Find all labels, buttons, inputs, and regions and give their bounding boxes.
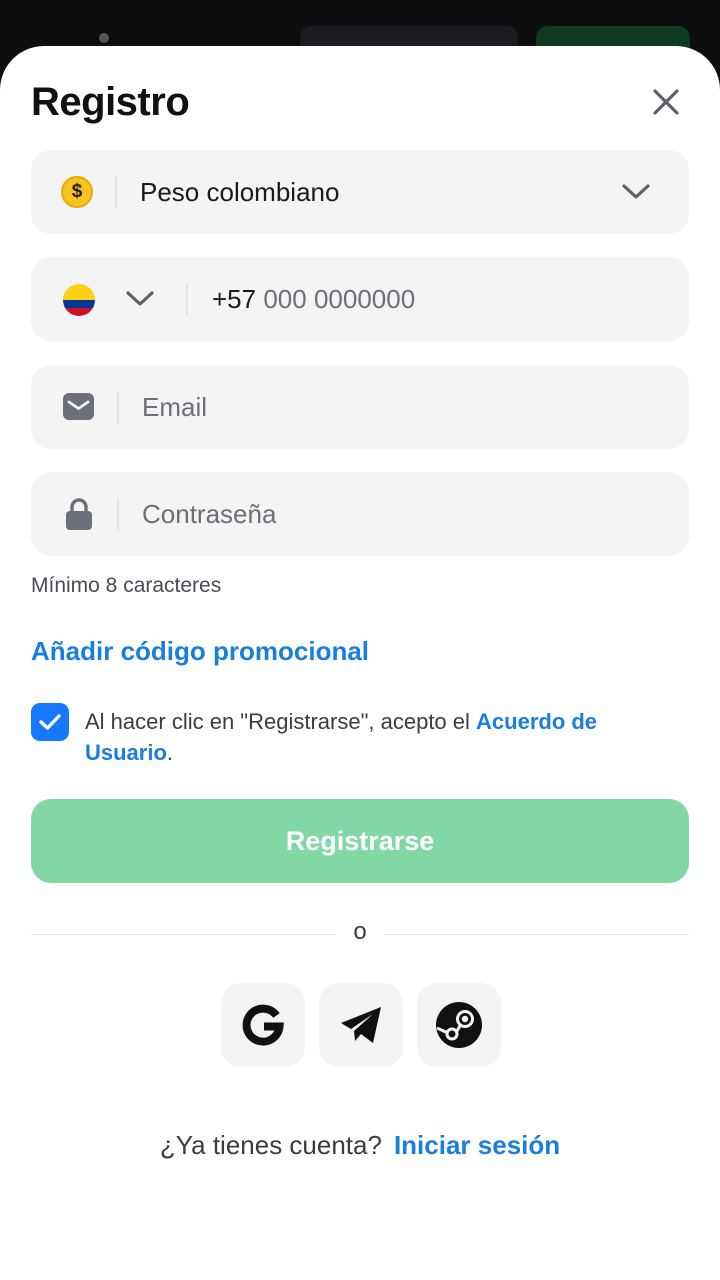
separator — [186, 283, 188, 315]
phone-field: +57 000 0000000 — [31, 257, 689, 341]
currency-select[interactable]: $ Peso colombiano — [31, 150, 689, 234]
terms-text: Al hacer clic en "Registrarse", acepto e… — [85, 706, 685, 768]
password-placeholder: Contraseña — [142, 499, 277, 529]
telegram-icon — [341, 1007, 381, 1043]
colombia-flag-icon — [63, 284, 95, 316]
google-login-button[interactable] — [221, 983, 305, 1067]
google-icon — [242, 1004, 284, 1046]
separator — [117, 498, 119, 530]
terms-checkbox[interactable] — [31, 703, 69, 741]
login-prompt: ¿Ya tienes cuenta? Iniciar sesión — [0, 1130, 720, 1161]
checkmark-icon — [39, 714, 61, 730]
close-icon — [653, 89, 679, 115]
phone-country-code: +57 — [212, 284, 257, 314]
coin-icon: $ — [61, 176, 93, 208]
lock-icon — [66, 498, 92, 530]
steam-icon — [436, 1002, 482, 1048]
currency-value: Peso colombiano — [140, 177, 340, 207]
login-link[interactable]: Iniciar sesión — [394, 1130, 560, 1160]
close-button[interactable] — [644, 80, 688, 124]
phone-placeholder: 000 0000000 — [263, 284, 416, 314]
email-field[interactable]: Email — [31, 365, 689, 449]
page-title: Registro — [31, 80, 190, 124]
chevron-down-icon — [622, 184, 650, 199]
terms-label: Al hacer clic en "Registrarse", acepto e… — [85, 709, 477, 734]
steam-login-button[interactable] — [417, 983, 501, 1067]
terms-end: . — [166, 740, 174, 765]
divider-label: o — [353, 918, 367, 945]
add-promo-code-link[interactable]: Añadir código promocional — [31, 636, 369, 667]
password-field[interactable]: Contraseña — [31, 472, 689, 556]
email-placeholder: Email — [142, 392, 208, 422]
mail-icon — [63, 393, 94, 420]
phone-input[interactable]: +57 000 0000000 — [212, 257, 415, 341]
separator — [115, 176, 117, 208]
registration-sheet: Registro $ Peso colombiano +57 000 00000… — [0, 46, 720, 1280]
divider-left — [31, 934, 336, 935]
telegram-login-button[interactable] — [319, 983, 403, 1067]
login-question: ¿Ya tienes cuenta? — [159, 1130, 382, 1160]
register-button[interactable]: Registrarse — [31, 799, 689, 883]
background-dot — [99, 33, 109, 43]
password-hint: Mínimo 8 caracteres — [31, 574, 222, 597]
separator — [117, 391, 119, 423]
divider-right — [384, 934, 689, 935]
country-chevron-down-icon[interactable] — [125, 289, 155, 309]
